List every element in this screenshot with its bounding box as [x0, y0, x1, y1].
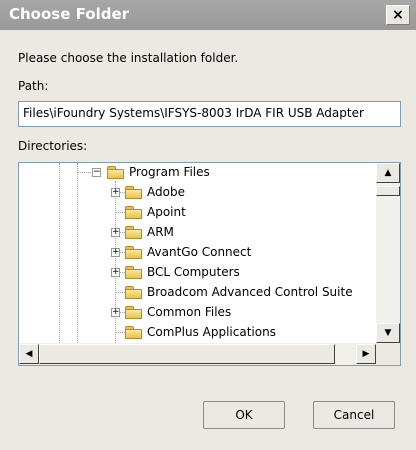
scroll-up-button[interactable]: ▲	[376, 163, 400, 183]
tree-item-adobe[interactable]: + Adobe	[19, 183, 376, 203]
path-input[interactable]: Files\iFoundry Systems\IFSYS-8003 IrDA F…	[18, 101, 401, 127]
folder-icon	[107, 166, 124, 179]
tree-connector	[115, 332, 125, 333]
scroll-thumb[interactable]	[376, 186, 400, 196]
close-button[interactable]: ×	[386, 5, 410, 25]
expand-icon[interactable]: +	[111, 228, 120, 237]
folder-icon	[125, 286, 142, 299]
tree-item-label: BCL Computers	[147, 265, 240, 279]
path-label: Path:	[18, 79, 49, 93]
tree-item-label: Program Files	[129, 165, 210, 179]
scroll-left-button[interactable]: ◀	[19, 344, 39, 364]
folder-icon	[125, 226, 142, 239]
prompt-text: Please choose the installation folder.	[18, 51, 239, 65]
ok-button[interactable]: OK	[203, 401, 285, 429]
folder-icon	[125, 206, 142, 219]
tree-item-label: ARM	[147, 225, 174, 239]
tree-item-apoint[interactable]: Apoint	[19, 203, 376, 223]
tree-item-label: Apoint	[147, 205, 186, 219]
arrow-right-icon: ▶	[362, 349, 370, 359]
horizontal-scrollbar[interactable]: ◀ ▶	[19, 343, 376, 365]
expand-icon[interactable]: +	[111, 248, 120, 257]
folder-icon	[125, 246, 142, 259]
tree-item-label: AvantGo Connect	[147, 245, 252, 259]
tree-item-program-files[interactable]: − Program Files	[19, 163, 376, 183]
expand-icon[interactable]: +	[111, 188, 120, 197]
tree-item-label: Adobe	[147, 185, 185, 199]
cancel-button[interactable]: Cancel	[313, 401, 395, 429]
tree-item-broadcom[interactable]: Broadcom Advanced Control Suite	[19, 283, 376, 303]
tree-item-arm[interactable]: + ARM	[19, 223, 376, 243]
collapse-icon[interactable]: −	[92, 168, 101, 177]
window-title: Choose Folder	[9, 5, 130, 23]
tree-item-label: ComPlus Applications	[147, 325, 276, 339]
tree-item-label: Broadcom Advanced Control Suite	[147, 285, 353, 299]
tree-item-bcl-computers[interactable]: + BCL Computers	[19, 263, 376, 283]
folder-icon	[125, 186, 142, 199]
tree-item-label: Common Files	[147, 305, 232, 319]
title-bar: Choose Folder ×	[0, 0, 416, 30]
folder-icon	[125, 306, 142, 319]
close-icon: ×	[392, 7, 404, 23]
tree-view[interactable]: − Program Files + Adobe Apoint + ARM + A…	[19, 163, 376, 343]
horizontal-scroll-thumb[interactable]	[39, 344, 335, 364]
directories-label: Directories:	[18, 139, 88, 153]
tree-item-complus-applications[interactable]: ComPlus Applications	[19, 323, 376, 343]
scrollbar-corner	[376, 343, 400, 365]
folder-icon	[125, 326, 142, 339]
arrow-up-icon: ▲	[384, 168, 392, 178]
vertical-scrollbar[interactable]: ▲ ▼	[376, 163, 400, 343]
arrow-down-icon: ▼	[384, 328, 392, 338]
directory-tree[interactable]: − Program Files + Adobe Apoint + ARM + A…	[18, 162, 401, 366]
arrow-left-icon: ◀	[25, 349, 33, 359]
folder-icon	[125, 266, 142, 279]
scroll-down-button[interactable]: ▼	[376, 323, 400, 343]
tree-connector	[115, 212, 125, 213]
tree-item-avantgo-connect[interactable]: + AvantGo Connect	[19, 243, 376, 263]
choose-folder-dialog: Choose Folder × Please choose the instal…	[0, 0, 416, 450]
expand-icon[interactable]: +	[111, 308, 120, 317]
expand-icon[interactable]: +	[111, 268, 120, 277]
tree-item-common-files[interactable]: + Common Files	[19, 303, 376, 323]
tree-connector	[115, 292, 125, 293]
scroll-right-button[interactable]: ▶	[356, 344, 376, 364]
